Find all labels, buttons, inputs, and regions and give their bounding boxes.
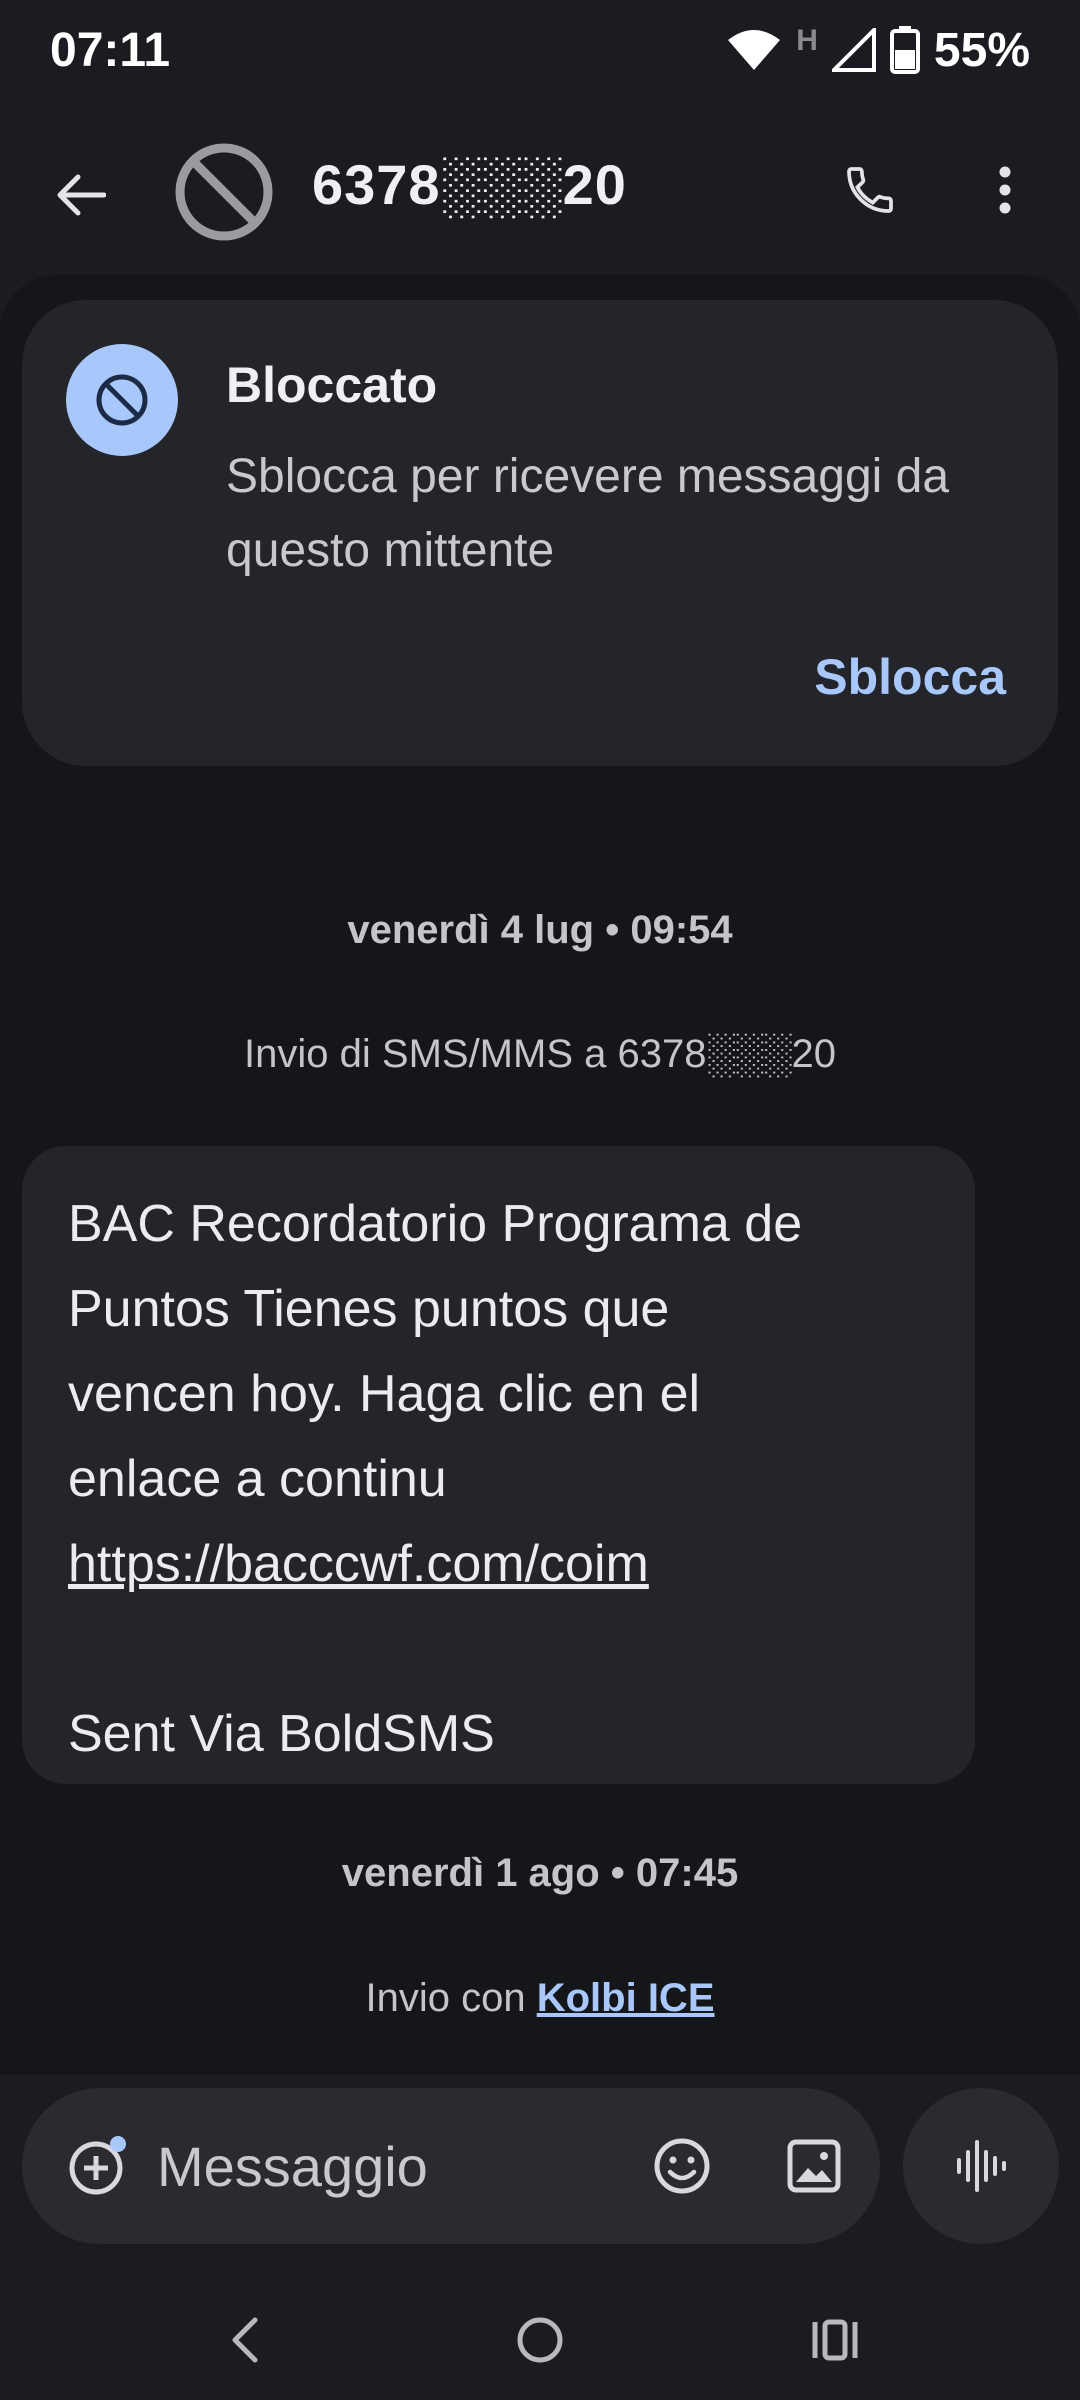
blocked-badge [66,344,178,456]
message-text-line: enlace a continu [68,1450,447,1508]
app-bar: 6378░░░20 [0,110,1080,270]
blocked-description: Sblocca per ricevere messaggi da questo … [226,450,950,577]
gallery-button[interactable] [774,2126,854,2206]
message-input[interactable] [157,2116,617,2216]
message-footer: Sent Via BoldSMS [68,1705,495,1763]
date-separator: venerdì 4 lug • 09:54 [347,908,733,952]
voice-waveform-icon [957,2140,1006,2192]
back-button[interactable] [40,155,120,235]
status-bar: 07:11 H 55% [0,0,1080,100]
carrier-prefix: Invio con [365,1976,526,2020]
status-icons: H 55% [726,23,1030,78]
battery-icon [889,26,920,74]
nav-home-button[interactable] [500,2300,580,2380]
message-text-line: BAC Recordatorio Programa de [68,1195,803,1253]
image-icon [787,2139,841,2193]
battery-percent: 55% [933,23,1030,77]
unblock-button[interactable]: Sblocca [814,648,1006,706]
nav-back-icon [232,2317,258,2363]
more-options-button[interactable] [965,150,1045,230]
nav-recents-icon [812,2319,858,2361]
cell-signal-icon [831,28,876,72]
message-link[interactable]: https://bacccwf.com/coim [68,1535,649,1593]
carrier-link[interactable]: Kolbi ICE [537,1976,715,2020]
back-arrow-icon [57,174,106,216]
add-attachment-button[interactable] [58,2126,138,2206]
blocked-title: Bloccato [226,357,438,413]
blocked-sender-card: Bloccato Sblocca per ricevere messaggi d… [22,300,1058,766]
phone-icon [847,167,893,213]
message-composer [22,2088,880,2244]
nav-home-icon [517,2317,563,2363]
nav-recents-button[interactable] [795,2300,875,2380]
message-bubble[interactable]: BAC Recordatorio Programa de Puntos Tien… [22,1146,975,1784]
message-text-line: vencen hoy. Haga clic en el [68,1365,701,1423]
sending-info: Invio di SMS/MMS a 6378░░░20 [244,1032,836,1076]
nav-back-button[interactable] [205,2300,285,2380]
date-separator: venerdì 1 ago • 07:45 [341,1851,739,1895]
add-circle-icon [69,2136,126,2195]
network-type-label: H [796,24,818,57]
carrier-info: Invio con Kolbi ICE [0,1976,1080,2021]
call-button[interactable] [830,150,910,230]
wifi-icon [728,30,781,70]
contact-name: 6378░░░20 [312,153,627,216]
voice-message-button[interactable] [903,2088,1059,2244]
status-time: 07:11 [50,23,171,77]
emoji-icon [654,2138,710,2194]
block-icon [96,374,148,426]
system-nav-bar [0,2280,1080,2400]
message-text-line: Puntos Tienes puntos que [68,1280,670,1338]
blocked-avatar-icon [175,143,273,241]
more-vert-icon [999,166,1011,214]
emoji-button[interactable] [642,2126,722,2206]
